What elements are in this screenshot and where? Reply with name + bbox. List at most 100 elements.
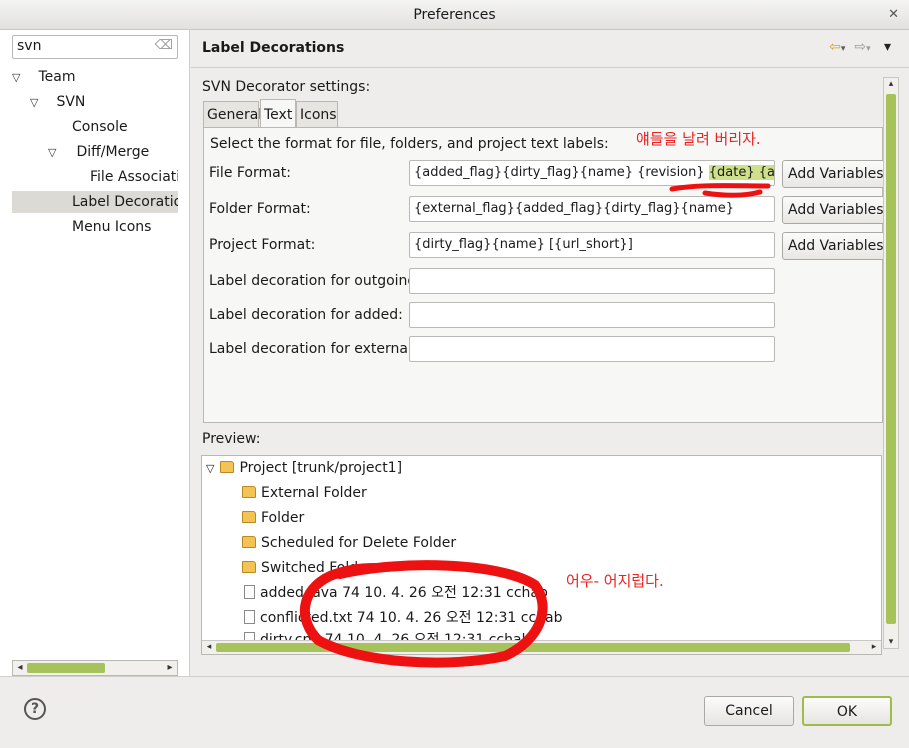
tree-item-label: Team: [38, 69, 76, 85]
scroll-up-icon[interactable]: ▴: [884, 79, 898, 89]
scroll-down-icon[interactable]: ▾: [884, 637, 898, 647]
tree-item-console[interactable]: Console: [72, 116, 178, 138]
tree-item-label-decorations[interactable]: Label Decoration: [12, 191, 178, 213]
sidebar-horizontal-scrollbar[interactable]: ◂ ▸: [12, 660, 178, 676]
history-nav: ⇦▾ ⇨▾ ▾: [829, 39, 891, 55]
preview-item-folder[interactable]: Folder: [242, 506, 304, 530]
tree-item-team[interactable]: ▽ Team: [12, 66, 178, 88]
filter-input[interactable]: svn ⌫: [12, 35, 178, 59]
folder-icon: [242, 561, 256, 573]
filter-value: svn: [17, 38, 42, 54]
forward-arrow-icon[interactable]: ⇨: [854, 39, 866, 55]
file-icon: [244, 585, 255, 599]
back-dropdown-icon[interactable]: ▾: [841, 44, 846, 54]
preview-item-label: Project [trunk/project1]: [239, 460, 403, 476]
tree-item-label: Console: [72, 119, 128, 135]
scroll-left-icon[interactable]: ◂: [202, 639, 216, 654]
settings-heading: SVN Decorator settings:: [202, 79, 371, 95]
outgoing-decoration-label: Label decoration for outgoing:: [209, 273, 422, 289]
preview-item-label: Scheduled for Delete Folder: [261, 535, 457, 551]
file-add-variables-button[interactable]: Add Variables...: [782, 160, 894, 188]
outgoing-decoration-input[interactable]: [409, 268, 775, 294]
ok-button[interactable]: OK: [802, 696, 892, 726]
project-format-input[interactable]: {dirty_flag}{name} [{url_short}]: [409, 232, 775, 258]
added-decoration-label: Label decoration for added:: [209, 307, 403, 323]
folder-delete-icon: [242, 536, 256, 548]
tab-icons[interactable]: Icons: [296, 101, 338, 127]
scrollbar-thumb[interactable]: [27, 663, 105, 673]
tree-item-label: Menu Icons: [72, 219, 152, 235]
annotation-remove-note: 얘들을 날려 버리자.: [636, 130, 761, 148]
tab-general[interactable]: General: [203, 101, 262, 127]
content-vertical-scrollbar[interactable]: ▴ ▾: [883, 77, 899, 649]
project-format-label: Project Format:: [209, 237, 316, 253]
window-titlebar: Preferences ✕: [0, 0, 909, 30]
dialog-button-bar: ? Cancel OK: [0, 676, 909, 748]
sidebar: svn ⌫ ▽ Team ▽ SVN Console ▽ Diff/Merge …: [0, 30, 190, 676]
file-format-value: {added_flag}{dirty_flag}{name} {revision…: [414, 165, 709, 180]
back-arrow-icon[interactable]: ⇦: [829, 39, 841, 55]
tree-item-menu-icons[interactable]: Menu Icons: [72, 216, 178, 238]
tree-item-label: File Associatio: [90, 169, 178, 185]
view-menu-icon[interactable]: ▾: [884, 39, 891, 55]
preview-heading: Preview:: [202, 431, 261, 447]
expand-toggle-icon[interactable]: ▽: [48, 142, 62, 164]
external-decoration-input[interactable]: [409, 336, 775, 362]
file-icon: [244, 610, 255, 624]
tree-item-file-associations[interactable]: File Associatio: [90, 166, 178, 188]
preview-item-conflicted-file[interactable]: conflicted.txt 74 10. 4. 26 오전 12:31 cch…: [244, 606, 563, 630]
folder-add-variables-button[interactable]: Add Variables...: [782, 196, 894, 224]
annotation-dizzy-note: 어우- 어지럽다.: [566, 572, 664, 590]
preview-item-scheduled-delete-folder[interactable]: Scheduled for Delete Folder: [242, 531, 456, 555]
format-intro-text: Select the format for file, folders, and…: [210, 136, 609, 152]
project-add-variables-button[interactable]: Add Variables...: [782, 232, 894, 260]
scrollbar-thumb[interactable]: [216, 643, 850, 652]
preview-item-label: conflicted.txt 74 10. 4. 26 오전 12:31 cch…: [260, 610, 563, 626]
preview-item-project[interactable]: ▽ Project [trunk/project1]: [206, 456, 402, 480]
folder-icon: [242, 511, 256, 523]
preview-item-switched-folder[interactable]: Switched Folder: [242, 556, 373, 580]
tree-item-svn[interactable]: ▽ SVN: [30, 91, 178, 113]
preview-item-label: Switched Folder: [261, 560, 373, 576]
folder-icon: [242, 486, 256, 498]
preview-item-label: Folder: [261, 510, 305, 526]
preview-item-added-file[interactable]: added.java 74 10. 4. 26 오전 12:31 cchab: [244, 581, 548, 605]
scroll-right-icon[interactable]: ▸: [163, 660, 177, 676]
tree-item-label: Diff/Merge: [76, 144, 150, 160]
file-format-label: File Format:: [209, 165, 291, 181]
collapse-toggle-icon[interactable]: ▽: [206, 462, 214, 475]
tree-item-label: Label Decoration: [72, 194, 178, 210]
folder-format-input[interactable]: {external_flag}{added_flag}{dirty_flag}{…: [409, 196, 775, 222]
tree-item-diff-merge[interactable]: ▽ Diff/Merge: [48, 141, 178, 163]
project-format-value: {dirty_flag}{name} [{url_short}]: [414, 237, 633, 252]
project-icon: [220, 461, 235, 473]
cancel-button[interactable]: Cancel: [704, 696, 794, 726]
external-decoration-label: Label decoration for external:: [209, 341, 417, 357]
folder-format-value: {external_flag}{added_flag}{dirty_flag}{…: [414, 201, 734, 216]
preference-page-content: SVN Decorator settings: General Text Ico…: [191, 69, 909, 665]
help-icon[interactable]: ?: [24, 698, 46, 720]
text-tab-panel: Select the format for file, folders, and…: [203, 127, 894, 423]
expand-toggle-icon[interactable]: ▽: [12, 67, 26, 89]
window-title: Preferences: [413, 7, 496, 23]
close-icon[interactable]: ✕: [888, 0, 899, 30]
preview-horizontal-scrollbar[interactable]: ◂ ▸: [202, 640, 881, 654]
folder-format-label: Folder Format:: [209, 201, 311, 217]
scroll-right-icon[interactable]: ▸: [867, 639, 881, 654]
scroll-left-icon[interactable]: ◂: [13, 660, 27, 676]
page-title: Label Decorations: [202, 40, 345, 56]
forward-dropdown-icon[interactable]: ▾: [866, 44, 871, 54]
expand-toggle-icon[interactable]: ▽: [30, 92, 44, 114]
scrollbar-thumb[interactable]: [886, 94, 896, 624]
file-format-input[interactable]: {added_flag}{dirty_flag}{name} {revision…: [409, 160, 775, 186]
preview-item-label: External Folder: [261, 485, 367, 501]
tab-text[interactable]: Text: [260, 99, 296, 127]
preview-item-external-folder[interactable]: External Folder: [242, 481, 367, 505]
added-decoration-input[interactable]: [409, 302, 775, 328]
clear-filter-icon[interactable]: ⌫: [155, 38, 173, 53]
preview-tree[interactable]: ▽ Project [trunk/project1] External Folde…: [201, 455, 882, 655]
page-header: Label Decorations ⇦▾ ⇨▾ ▾: [191, 30, 909, 68]
file-format-selected-text: {date} {author}: [708, 165, 774, 180]
preview-item-label: added.java 74 10. 4. 26 오전 12:31 cchab: [260, 585, 548, 601]
tree-item-label: SVN: [56, 94, 86, 110]
